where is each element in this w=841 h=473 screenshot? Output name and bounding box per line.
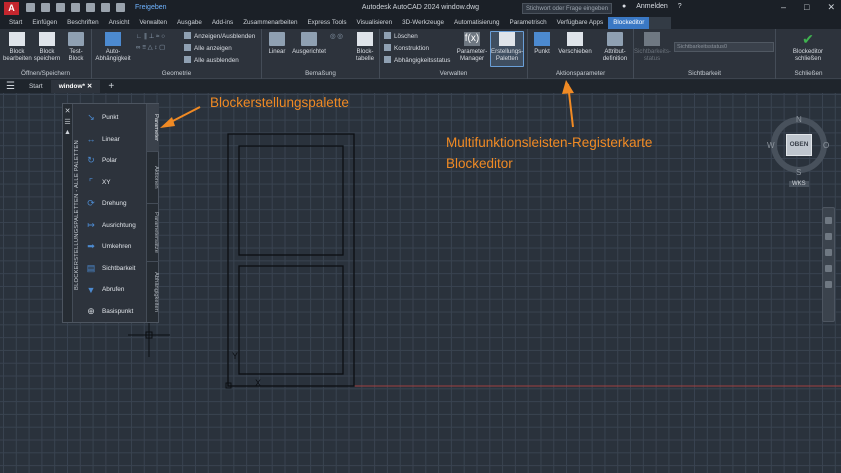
window-frame[interactable]: [227, 133, 355, 387]
polar-icon: ↻: [87, 155, 95, 166]
compass-west[interactable]: W: [767, 141, 775, 150]
palette-vertical-tabs: Parameter Aktionen Parametersätze Abhäng…: [146, 104, 159, 322]
palette-properties-icon[interactable]: ▲: [63, 129, 72, 136]
palette-item-basispunkt[interactable]: ⊕ Basispunkt: [85, 301, 147, 323]
palette-item-xy[interactable]: ⌜ XY: [85, 172, 147, 194]
rotation-icon: ⟳: [87, 198, 95, 209]
xy-icon: ⌜: [88, 176, 94, 187]
navigation-bar: [822, 207, 835, 322]
linear-icon: ↔: [86, 134, 96, 145]
palette-tab-aktionen[interactable]: Aktionen: [147, 152, 159, 204]
ucs-x-label: X: [255, 378, 261, 388]
lookup-icon: ▼: [86, 284, 96, 295]
palette-tab-abhaengigkeiten[interactable]: Abhängigkeiten: [147, 262, 159, 322]
flip-icon: ➡: [87, 241, 95, 252]
annotation-ribbon-label-line1: Multifunktionsleisten-Registerkarte: [446, 135, 653, 150]
orbit-icon[interactable]: [825, 265, 832, 272]
viewcube-top-face[interactable]: OBEN: [786, 134, 812, 156]
palette-item-umkehren[interactable]: ➡ Umkehren: [85, 236, 147, 258]
visibility-icon: ▤: [86, 262, 96, 273]
annotation-ribbon-label-line2: Blockeditor: [446, 156, 513, 171]
palette-item-drehung[interactable]: ⟳ Drehung: [85, 193, 147, 215]
window-upper-pane[interactable]: [238, 145, 344, 256]
compass-south[interactable]: S: [796, 168, 801, 177]
annotation-palette-arrow-head: [160, 117, 175, 128]
pan-icon[interactable]: [825, 233, 832, 240]
showmotion-icon[interactable]: [825, 281, 832, 288]
palette-autohide-icon[interactable]: ☰: [63, 118, 72, 126]
alignment-icon: ↦: [87, 219, 95, 230]
compass-north[interactable]: N: [796, 115, 802, 124]
annotation-palette-label: Blockerstellungspalette: [210, 95, 349, 110]
palette-item-sichtbarkeit[interactable]: ▤ Sichtbarkeit: [85, 258, 147, 280]
palette-item-linear[interactable]: ↔ Linear: [85, 129, 147, 151]
palette-item-ausrichtung[interactable]: ↦ Ausrichtung: [85, 215, 147, 237]
palette-control-strip: ✕ ☰ ▲: [63, 104, 73, 322]
zoom-extents-icon[interactable]: [825, 249, 832, 256]
viewcube[interactable]: OBEN N S W O WKS: [767, 111, 831, 189]
compass-east[interactable]: O: [823, 141, 829, 150]
ucs-y-label: Y: [232, 351, 238, 361]
palette-tab-parameter[interactable]: Parameter: [147, 104, 159, 152]
palette-tab-parametersaetze[interactable]: Parametersätze: [147, 204, 159, 262]
full-navigation-wheel-icon[interactable]: [825, 217, 832, 224]
base-point-icon: ⊕: [87, 305, 95, 316]
wcs-menu[interactable]: WKS: [789, 181, 809, 187]
palette-items: ↘ Punkt ↔ Linear ↻ Polar ⌜ XY ⟳ Drehung ↦ Ausr…: [85, 107, 147, 322]
palette-item-abrufen[interactable]: ▼ Abrufen: [85, 279, 147, 301]
window-lower-pane[interactable]: [238, 265, 344, 375]
annotation-ribbon-arrow-head: [562, 80, 574, 94]
point-icon: ↘: [87, 112, 95, 123]
palette-close-icon[interactable]: ✕: [63, 107, 72, 115]
block-authoring-palette[interactable]: ✕ ☰ ▲ BLOCKERSTELLUNGSPALETTEN - ALLE PA…: [62, 103, 159, 323]
palette-item-punkt[interactable]: ↘ Punkt: [85, 107, 147, 129]
palette-item-polar[interactable]: ↻ Polar: [85, 150, 147, 172]
